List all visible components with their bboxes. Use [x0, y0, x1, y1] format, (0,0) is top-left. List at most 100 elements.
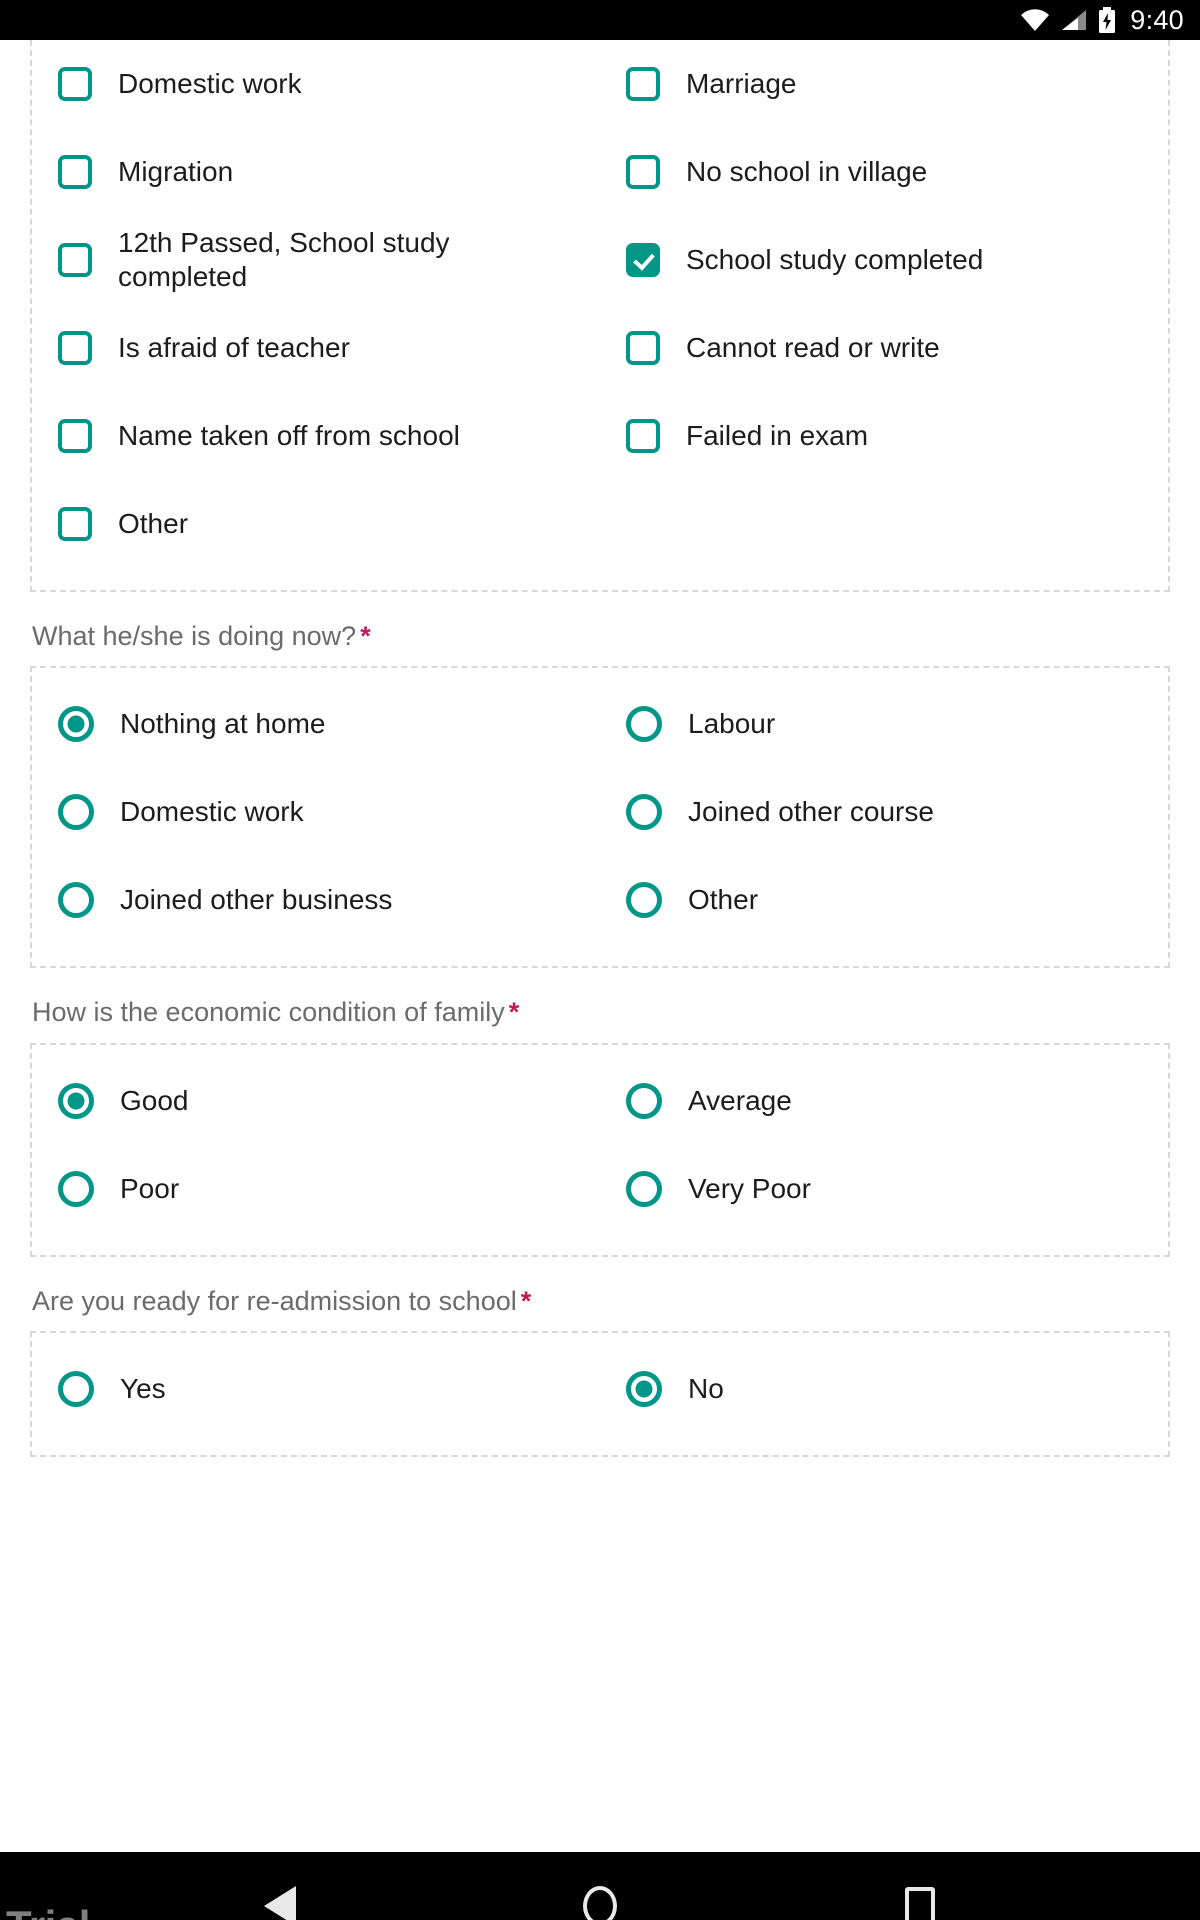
- checkbox-icon[interactable]: [58, 155, 92, 189]
- status-bar: 9:40: [0, 0, 1200, 40]
- radio-option-joined-other-course[interactable]: Joined other course: [600, 768, 1168, 856]
- checkbox-option-no-school-in-village[interactable]: No school in village: [600, 128, 1168, 216]
- option-group-economic-condition: Good Average Poor Very Poor: [30, 1042, 1170, 1257]
- radio-option-joined-other-business[interactable]: Joined other business: [32, 856, 600, 944]
- radio-icon[interactable]: [58, 882, 94, 919]
- battery-charging-icon: [1098, 7, 1116, 33]
- option-row: Migration No school in village: [32, 128, 1168, 216]
- back-button[interactable]: [225, 1871, 335, 1920]
- checkbox-option-failed-in-exam[interactable]: Failed in exam: [600, 392, 1168, 480]
- option-row: Name taken off from school Failed in exa…: [32, 392, 1168, 480]
- option-group-reason-for-dropout: Domestic work Marriage Migration No scho…: [30, 40, 1170, 592]
- option-row: Other: [32, 480, 1168, 568]
- recents-button[interactable]: [865, 1871, 975, 1920]
- radio-option-poor[interactable]: Poor: [32, 1145, 600, 1233]
- option-row: Domestic work Joined other course: [32, 768, 1168, 856]
- radio-icon[interactable]: [58, 1371, 94, 1408]
- radio-option-labour[interactable]: Labour: [600, 680, 1168, 768]
- radio-icon[interactable]: [58, 1170, 94, 1207]
- required-marker: *: [360, 621, 371, 651]
- radio-option-nothing-at-home[interactable]: Nothing at home: [32, 680, 600, 768]
- checkbox-option-domestic-work[interactable]: Domestic work: [32, 40, 600, 128]
- question-text: Are you ready for re-admission to school: [32, 1285, 517, 1316]
- option-label: Poor: [120, 1172, 180, 1204]
- checkbox-option-is-afraid-of-teacher[interactable]: Is afraid of teacher: [32, 304, 600, 392]
- option-label: No: [688, 1373, 724, 1405]
- radio-option-other[interactable]: Other: [600, 856, 1168, 944]
- checkbox-icon[interactable]: [626, 331, 660, 365]
- option-label: Domestic work: [120, 796, 304, 828]
- radio-option-no[interactable]: No: [600, 1345, 1168, 1433]
- radio-icon[interactable]: [58, 794, 94, 831]
- option-label: Domestic work: [118, 67, 302, 99]
- radio-icon[interactable]: [626, 794, 662, 831]
- checkbox-icon[interactable]: [58, 331, 92, 365]
- checkbox-option-migration[interactable]: Migration: [32, 128, 600, 216]
- checkbox-option-cannot-read-or-write[interactable]: Cannot read or write: [600, 304, 1168, 392]
- question-label-doing-now: What he/she is doing now? *: [30, 592, 1170, 666]
- back-triangle-icon: [264, 1886, 296, 1920]
- trial-watermark: Trial: [6, 1902, 90, 1920]
- checkbox-option-marriage[interactable]: Marriage: [600, 40, 1168, 128]
- option-label: Other: [688, 884, 759, 916]
- checkbox-icon[interactable]: [626, 243, 660, 277]
- status-time: 9:40: [1130, 4, 1184, 35]
- radio-icon[interactable]: [626, 1371, 662, 1408]
- question-label-ready-for-readmission: Are you ready for re-admission to school…: [30, 1257, 1170, 1331]
- checkbox-option-school-study-completed[interactable]: School study completed: [600, 216, 1168, 304]
- option-row: Joined other business Other: [32, 856, 1168, 944]
- option-row: Domestic work Marriage: [32, 40, 1168, 128]
- form-scroll-area[interactable]: Domestic work Marriage Migration No scho…: [0, 40, 1200, 1852]
- option-label: Name taken off from school: [118, 419, 460, 451]
- radio-option-yes[interactable]: Yes: [32, 1345, 600, 1433]
- question-label-economic-condition: How is the economic condition of family *: [30, 968, 1170, 1042]
- option-row: 12th Passed, School study completed Scho…: [32, 216, 1168, 304]
- option-label: Cannot read or write: [686, 331, 940, 363]
- option-label: Very Poor: [688, 1172, 811, 1204]
- option-label: No school in village: [686, 155, 928, 187]
- radio-option-very-poor[interactable]: Very Poor: [600, 1145, 1168, 1233]
- option-label: Joined other business: [120, 884, 393, 916]
- checkbox-icon[interactable]: [58, 243, 92, 277]
- required-marker: *: [520, 1285, 532, 1316]
- radio-icon[interactable]: [626, 1170, 662, 1207]
- checkbox-option-other[interactable]: Other: [32, 480, 600, 568]
- checkbox-icon[interactable]: [626, 67, 660, 101]
- wifi-icon: [1020, 8, 1050, 32]
- option-row: Good Average: [32, 1057, 1168, 1145]
- option-row: Is afraid of teacher Cannot read or writ…: [32, 304, 1168, 392]
- checkbox-option-name-taken-off-from-school[interactable]: Name taken off from school: [32, 392, 600, 480]
- radio-icon[interactable]: [626, 1082, 662, 1119]
- question-text: How is the economic condition of family: [32, 997, 505, 1028]
- option-label: Good: [120, 1084, 189, 1116]
- checkbox-icon[interactable]: [58, 67, 92, 101]
- home-button[interactable]: [545, 1871, 655, 1920]
- radio-icon[interactable]: [626, 882, 662, 919]
- radio-option-good[interactable]: Good: [32, 1057, 600, 1145]
- option-row: Poor Very Poor: [32, 1145, 1168, 1233]
- option-cell-empty: [600, 480, 1168, 568]
- checkbox-icon[interactable]: [626, 155, 660, 189]
- option-group-doing-now: Nothing at home Labour Domestic work Joi…: [30, 666, 1170, 969]
- home-circle-icon: [583, 1886, 617, 1920]
- option-label: Other: [118, 507, 189, 539]
- option-label: Is afraid of teacher: [118, 331, 350, 363]
- checkbox-icon[interactable]: [58, 419, 92, 453]
- radio-option-average[interactable]: Average: [600, 1057, 1168, 1145]
- radio-icon[interactable]: [626, 706, 662, 743]
- checkbox-icon[interactable]: [626, 419, 660, 453]
- android-navigation-bar: Trial: [0, 1852, 1200, 1920]
- radio-icon[interactable]: [58, 706, 94, 743]
- checkbox-option-12th-passed-school-study-completed[interactable]: 12th Passed, School study completed: [32, 216, 600, 304]
- radio-icon[interactable]: [58, 1082, 94, 1119]
- option-row: Nothing at home Labour: [32, 680, 1168, 768]
- option-label: Failed in exam: [686, 419, 869, 451]
- radio-option-domestic-work[interactable]: Domestic work: [32, 768, 600, 856]
- option-label: Labour: [688, 708, 776, 740]
- recents-square-icon: [905, 1887, 935, 1920]
- required-marker: *: [508, 997, 520, 1028]
- nav-button-container: [0, 1871, 1200, 1920]
- cellular-signal-icon: [1060, 8, 1088, 32]
- checkbox-icon[interactable]: [58, 507, 92, 541]
- option-label: Nothing at home: [120, 708, 326, 740]
